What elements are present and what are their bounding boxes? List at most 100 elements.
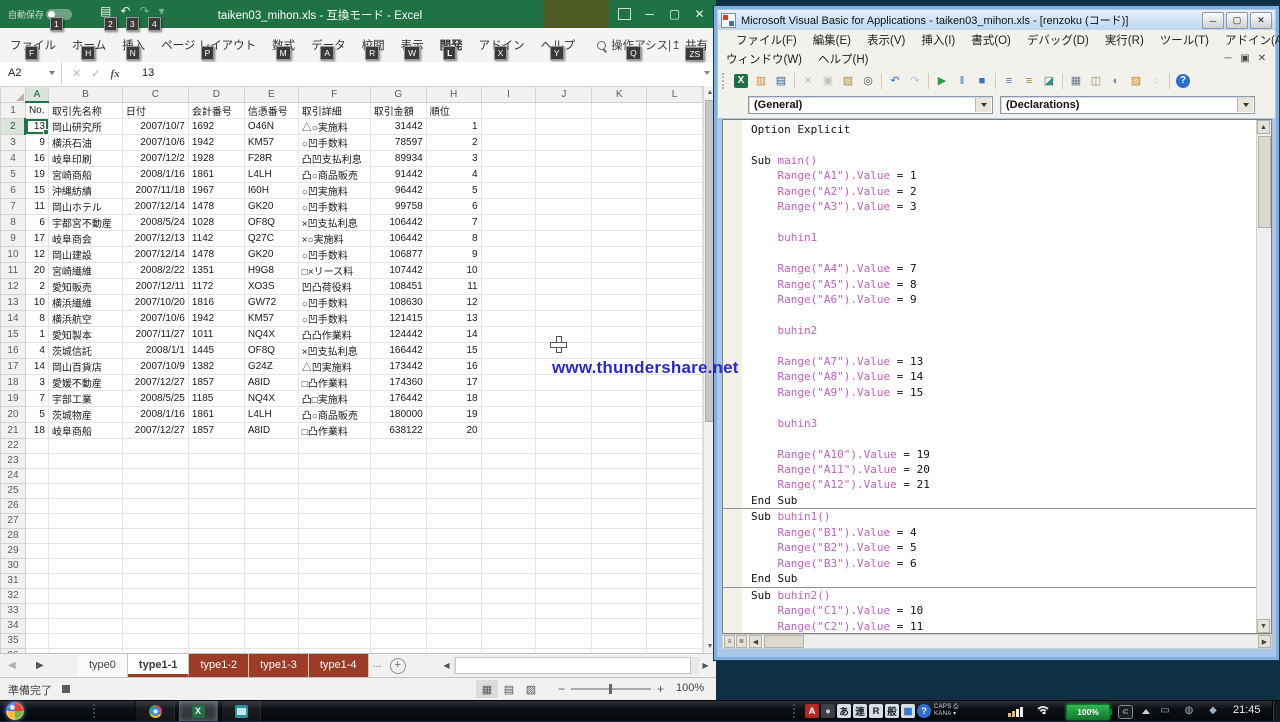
zoom-slider-thumb[interactable] [609, 684, 612, 694]
code-line[interactable]: Range("B2").Value = 5 [723, 540, 1257, 555]
cell[interactable]: 106442 [370, 214, 426, 230]
cell[interactable] [647, 543, 703, 558]
cell[interactable] [481, 406, 536, 422]
cell[interactable] [244, 588, 298, 603]
cell[interactable] [298, 543, 370, 558]
cell[interactable] [592, 406, 647, 422]
cell[interactable] [426, 543, 481, 558]
indent-icon[interactable]: ≡ [1000, 72, 1018, 90]
cell[interactable]: 1692 [188, 118, 244, 134]
cell[interactable]: □凸作業料 [298, 422, 370, 438]
code-line[interactable]: Range("B3").Value = 6 [723, 556, 1257, 571]
vba-menu-item[interactable]: 表示(V) [859, 32, 913, 48]
vba-close-button[interactable]: ✕ [1250, 12, 1272, 29]
zoom-slider[interactable] [571, 688, 651, 690]
code-line[interactable] [723, 307, 1257, 322]
ime-atok-icon[interactable]: A [805, 704, 819, 718]
cell[interactable] [481, 438, 536, 453]
code-line[interactable]: Range("A7").Value = 13 [723, 354, 1257, 369]
code-line[interactable]: Option Explicit [723, 122, 1257, 137]
cell[interactable]: 2007/12/27 [122, 374, 188, 390]
row-header-19[interactable]: 19 [1, 390, 26, 406]
row-header-15[interactable]: 15 [1, 326, 26, 342]
cell[interactable]: ×凹支払利息 [298, 214, 370, 230]
code-line[interactable]: Range("A4").Value = 7 [723, 261, 1257, 276]
cell[interactable]: 14 [25, 358, 48, 374]
code-line[interactable]: End Sub [723, 571, 1257, 586]
vba-menu-item[interactable]: ヘルプ(H) [810, 51, 876, 67]
vba-menu-item[interactable]: 挿入(I) [913, 32, 963, 48]
cell[interactable]: 2 [426, 134, 481, 150]
col-header-H[interactable]: H [426, 87, 481, 103]
signal-strength-icon[interactable] [1008, 707, 1023, 717]
cell[interactable] [536, 543, 592, 558]
cell[interactable]: 11 [426, 278, 481, 294]
cell[interactable]: KM57 [244, 310, 298, 326]
close-button[interactable]: ✕ [687, 0, 712, 28]
cell[interactable] [647, 528, 703, 543]
horizontal-scrollbar[interactable]: ◀ ▶ [440, 656, 712, 675]
cell[interactable]: 16 [426, 358, 481, 374]
cell[interactable] [122, 513, 188, 528]
cell[interactable] [592, 134, 647, 150]
view-excel-icon[interactable]: X [734, 74, 748, 88]
cell[interactable] [426, 483, 481, 498]
intellisense-icon[interactable]: ○ [1147, 72, 1165, 90]
select-all-corner[interactable] [1, 87, 26, 103]
cell[interactable] [48, 558, 122, 573]
tab-W[interactable]: 表示W [393, 37, 432, 53]
cell[interactable] [647, 134, 703, 150]
cell[interactable] [647, 102, 703, 118]
tab-X[interactable]: アドインX [471, 37, 533, 53]
cell[interactable]: 9 [25, 134, 48, 150]
cell[interactable] [647, 588, 703, 603]
cell[interactable] [298, 468, 370, 483]
cell[interactable]: 岐阜印刷 [48, 150, 122, 166]
zoom-out-button[interactable]: − [552, 682, 571, 696]
cell[interactable]: 15 [25, 182, 48, 198]
cell[interactable]: 31442 [370, 118, 426, 134]
cell[interactable] [244, 513, 298, 528]
cell[interactable] [25, 558, 48, 573]
cell[interactable]: 凸□実施料 [298, 390, 370, 406]
maximize-button[interactable]: ▢ [662, 0, 687, 28]
display-tray-icon[interactable]: ▭ [1158, 704, 1172, 718]
row-header-2[interactable]: 2 [1, 118, 26, 134]
cell[interactable]: 12 [426, 294, 481, 310]
row-header-33[interactable]: 33 [1, 603, 26, 618]
tab-H[interactable]: ホームH [64, 37, 114, 53]
cell[interactable] [370, 603, 426, 618]
cell[interactable]: 2007/12/14 [122, 246, 188, 262]
cell[interactable] [536, 498, 592, 513]
cell[interactable]: ○凹手数料 [298, 198, 370, 214]
cell[interactable]: 3 [25, 374, 48, 390]
sheet-tab-type0[interactable]: type0 [78, 654, 128, 677]
cell[interactable] [647, 513, 703, 528]
cell[interactable] [647, 390, 703, 406]
cell[interactable] [592, 214, 647, 230]
cell[interactable] [25, 513, 48, 528]
cell[interactable]: 7 [25, 390, 48, 406]
cell[interactable] [592, 182, 647, 198]
cell[interactable]: 宮崎繊維 [48, 262, 122, 278]
cell[interactable] [48, 603, 122, 618]
cell[interactable]: L4LH [244, 166, 298, 182]
cell[interactable] [536, 246, 592, 262]
cell[interactable]: GK20 [244, 246, 298, 262]
row-header-16[interactable]: 16 [1, 342, 26, 358]
code-line[interactable]: Range("A10").Value = 19 [723, 447, 1257, 462]
cell[interactable] [370, 438, 426, 453]
cell[interactable] [481, 603, 536, 618]
cell[interactable] [481, 588, 536, 603]
cell[interactable] [481, 513, 536, 528]
ime-mode-hiragana[interactable]: あ [837, 704, 851, 718]
combo-dropdown-icon[interactable] [975, 98, 991, 112]
paste-icon[interactable]: ▨ [839, 72, 857, 90]
row-header-27[interactable]: 27 [1, 513, 26, 528]
full-module-view-button[interactable]: ≣ [736, 635, 747, 648]
code-line[interactable] [723, 137, 1257, 152]
cell[interactable] [647, 558, 703, 573]
cell[interactable]: 順位 [426, 102, 481, 118]
cell[interactable] [481, 166, 536, 182]
ime-keyboard-icon[interactable]: ▦ [901, 704, 915, 718]
